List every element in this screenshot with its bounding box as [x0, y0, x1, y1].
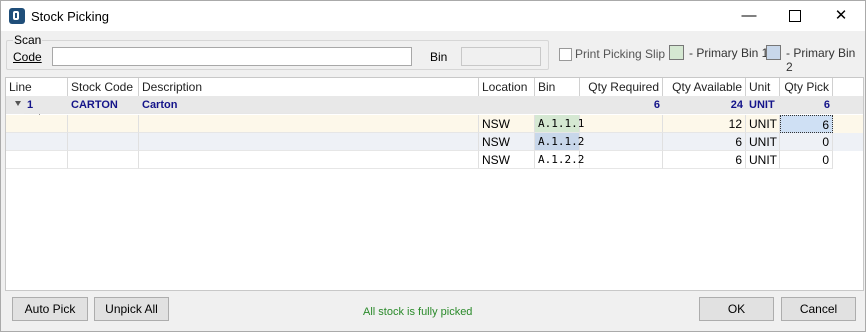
row-qty-pick[interactable]: 0: [780, 151, 833, 169]
maximize-button[interactable]: [772, 1, 818, 31]
row-qty-available: 6: [663, 133, 746, 151]
col-unit[interactable]: Unit: [746, 78, 780, 96]
primary-bin-2-label: - Primary Bin 2: [786, 46, 856, 74]
col-bin[interactable]: Bin: [535, 78, 580, 96]
group-line: 1: [24, 96, 68, 114]
col-stock-code[interactable]: Stock Code: [68, 78, 139, 96]
row-location: NSW: [479, 133, 535, 151]
cancel-button[interactable]: Cancel: [781, 297, 856, 321]
primary-bin-1-swatch: [669, 45, 684, 60]
col-qty-pick[interactable]: Qty Pick: [780, 78, 833, 96]
col-qty-required[interactable]: Qty Required: [580, 78, 663, 96]
unpick-all-button[interactable]: Unpick All: [94, 297, 169, 321]
row-qty-available: 6: [663, 151, 746, 169]
row-qty-available: 12: [663, 115, 746, 133]
close-button[interactable]: ✕: [818, 1, 864, 31]
col-description[interactable]: Description: [139, 78, 479, 96]
stock-picking-window: Stock Picking — ✕ Scan Code Bin Print Pi…: [0, 0, 866, 332]
primary-bin-1-label: - Primary Bin 1: [689, 46, 769, 60]
print-picking-slip-label[interactable]: Print Picking Slip: [575, 47, 665, 61]
minimize-button[interactable]: —: [726, 1, 772, 31]
bin-label: Bin: [430, 50, 448, 64]
col-location[interactable]: Location: [479, 78, 535, 96]
ok-button[interactable]: OK: [699, 297, 774, 321]
primary-bin-2-swatch: [766, 45, 781, 60]
print-picking-slip-checkbox[interactable]: [559, 48, 572, 61]
code-input[interactable]: [52, 47, 412, 66]
status-text: All stock is fully picked: [363, 306, 473, 318]
row-qty-pick[interactable]: 6: [780, 115, 833, 133]
picking-grid: Line Stock Code Description Location Bin…: [5, 77, 864, 291]
group-description: Carton: [139, 96, 479, 114]
group-row[interactable]: 1 CARTON Carton 6 24 UNIT 6: [6, 96, 863, 114]
table-row[interactable]: NSW A.1.1.1 12 UNIT 6: [6, 115, 863, 133]
group-qty-available: 24: [663, 96, 746, 114]
bin-input[interactable]: [461, 47, 541, 66]
collapse-icon[interactable]: [15, 101, 21, 106]
row-unit: UNIT: [746, 151, 780, 169]
group-qty-pick: 6: [780, 96, 833, 114]
table-row[interactable]: NSW A.1.2.2 6 UNIT 0: [6, 151, 863, 169]
row-bin: A.1.1.1: [535, 115, 584, 133]
row-unit: UNIT: [746, 115, 780, 133]
table-row[interactable]: NSW A.1.1.2 6 UNIT 0: [6, 133, 863, 151]
group-unit: UNIT: [746, 96, 780, 114]
col-qty-available[interactable]: Qty Available: [663, 78, 746, 96]
grid-header: Line Stock Code Description Location Bin…: [6, 78, 863, 97]
group-qty-required: 6: [580, 96, 663, 114]
app-icon: [9, 8, 25, 24]
group-stock-code: CARTON: [68, 96, 139, 114]
row-bin: A.1.1.2: [535, 133, 584, 151]
row-location: NSW: [479, 115, 535, 133]
row-bin: A.1.2.2: [535, 151, 584, 169]
row-location: NSW: [479, 151, 535, 169]
row-qty-pick[interactable]: 0: [780, 133, 833, 151]
code-label: Code: [13, 50, 42, 64]
scan-group-label: Scan: [13, 33, 43, 47]
maximize-icon: [789, 10, 801, 23]
col-line[interactable]: Line: [6, 78, 68, 96]
row-unit: UNIT: [746, 133, 780, 151]
auto-pick-button[interactable]: Auto Pick: [12, 297, 88, 321]
title-bar: Stock Picking — ✕: [1, 1, 865, 31]
window-title: Stock Picking: [31, 9, 110, 24]
